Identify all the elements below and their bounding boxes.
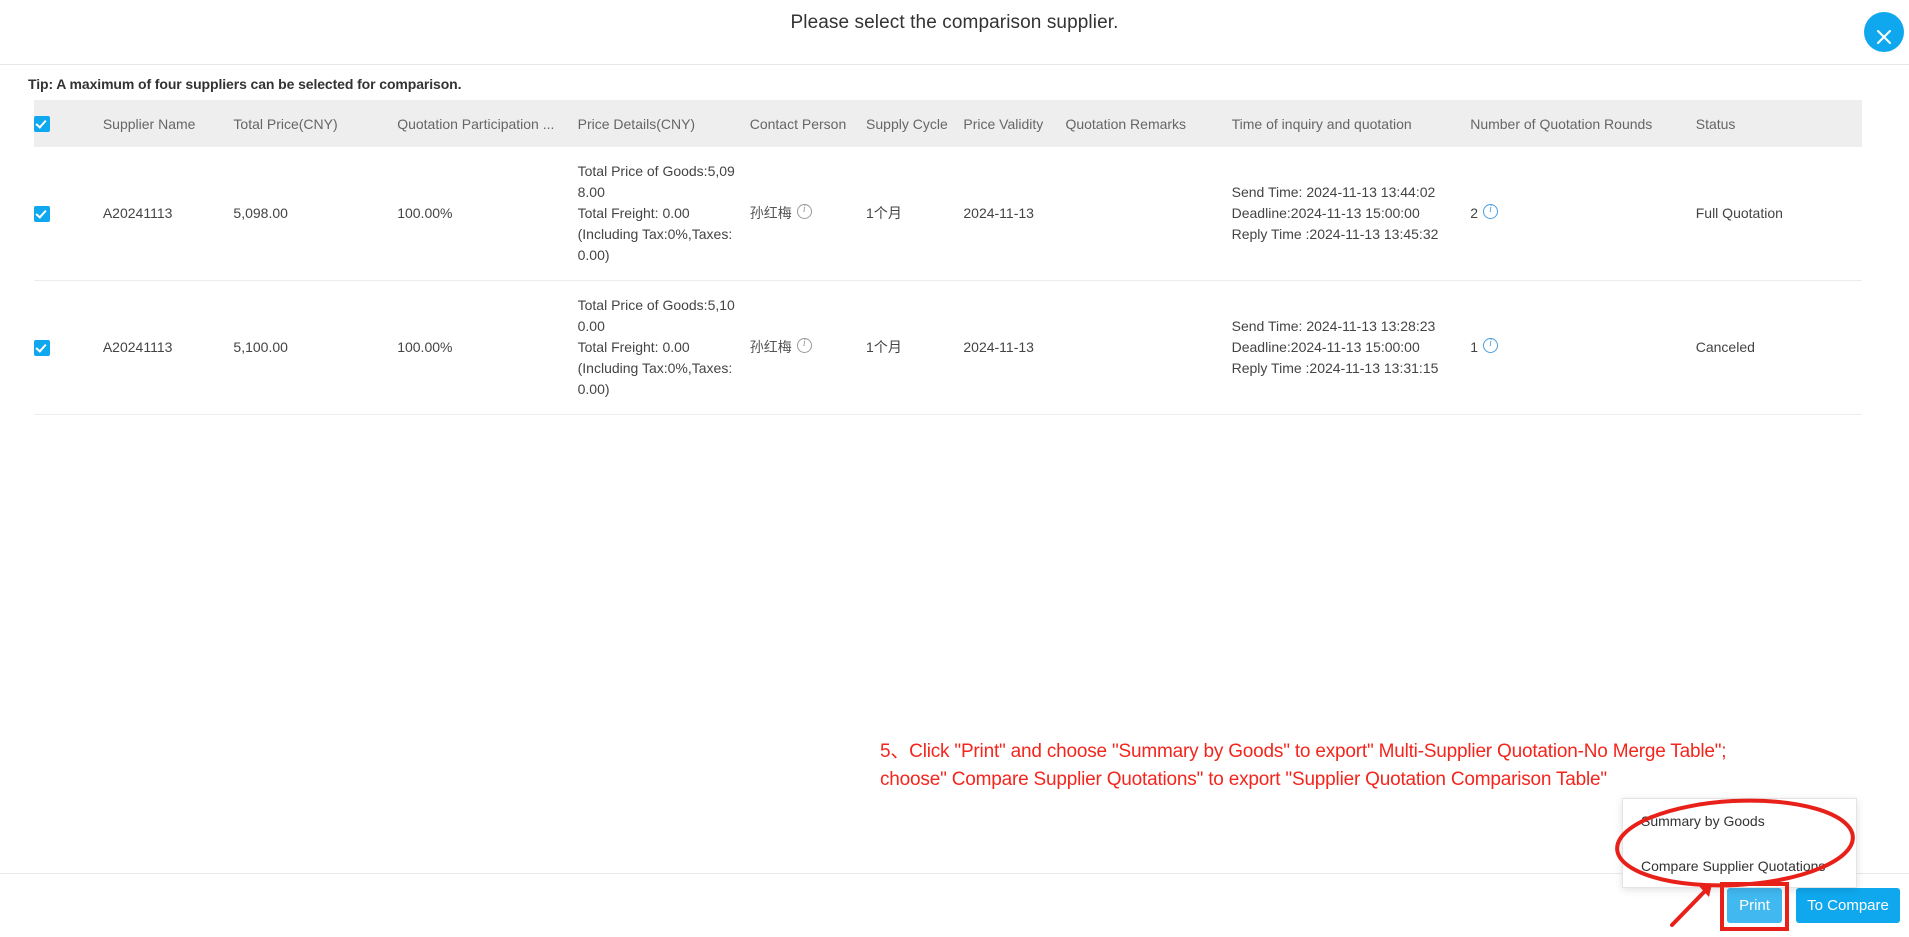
column-header-price-validity[interactable]: Price Validity	[963, 100, 1066, 147]
info-icon[interactable]	[1483, 336, 1498, 353]
to-compare-button[interactable]: To Compare	[1796, 888, 1900, 923]
cell-price-details: Total Price of Goods:5,10 0.00 Total Fre…	[577, 280, 750, 415]
tip-text: Tip: A maximum of four suppliers can be …	[28, 76, 462, 92]
cell-contact-person: 孙红梅	[749, 280, 867, 415]
price-detail-line: 0.00)	[577, 381, 610, 397]
price-detail-line: Total Freight: 0.00	[577, 339, 690, 355]
row-checkbox-cell	[34, 280, 103, 415]
cell-participation: 100.00%	[397, 280, 578, 415]
print-button[interactable]: Print	[1727, 888, 1782, 923]
dialog-title: Please select the comparison supplier.	[790, 12, 1119, 33]
column-header-supplier-name[interactable]: Supplier Name	[102, 100, 234, 147]
supplier-comparison-table: Supplier Name Total Price(CNY) Quotation…	[34, 100, 1862, 415]
cell-status: Canceled	[1695, 280, 1862, 415]
table-body: A20241113 5,098.00 100.00% Total Price o…	[34, 147, 1862, 415]
cell-total-price: 5,100.00	[233, 280, 398, 415]
price-detail-line: 0.00	[577, 318, 605, 334]
row-select-checkbox[interactable]	[34, 206, 50, 223]
info-icon[interactable]	[796, 336, 812, 353]
table-header: Supplier Name Total Price(CNY) Quotation…	[34, 100, 1862, 147]
dropdown-item-summary-by-goods[interactable]: Summary by Goods	[1623, 799, 1856, 844]
row-select-checkbox[interactable]	[34, 340, 50, 357]
rounds-value: 1	[1470, 339, 1478, 355]
table-row[interactable]: A20241113 5,098.00 100.00% Total Price o…	[34, 147, 1862, 281]
table-row[interactable]: A20241113 5,100.00 100.00% Total Price o…	[34, 280, 1862, 415]
cell-status: Full Quotation	[1695, 147, 1862, 281]
cell-total-price: 5,098.00	[233, 147, 398, 281]
time-line-reply: Reply Time :2024-11-13 13:31:15	[1231, 360, 1439, 376]
cell-price-validity: 2024-11-13	[963, 280, 1066, 415]
annotation-line-1: 5、Click "Print" and choose "Summary by G…	[880, 741, 1727, 762]
cell-supplier-name: A20241113	[102, 280, 234, 415]
row-checkbox-cell	[34, 147, 103, 281]
annotation-text: 5、Click "Print" and choose "Summary by G…	[880, 738, 1900, 794]
close-icon[interactable]	[1864, 12, 1904, 52]
cell-number-of-rounds: 2	[1470, 147, 1696, 281]
table-header-row: Supplier Name Total Price(CNY) Quotation…	[34, 100, 1862, 147]
time-line-send: Send Time: 2024-11-13 13:28:23	[1231, 318, 1436, 334]
dropdown-item-compare-supplier-quotations[interactable]: Compare Supplier Quotations	[1623, 844, 1856, 889]
cell-supply-cycle: 1个月	[866, 280, 964, 415]
contact-person-name: 孙红梅	[749, 339, 792, 355]
cell-supply-cycle: 1个月	[866, 147, 964, 281]
cell-price-details: Total Price of Goods:5,09 8.00 Total Fre…	[577, 147, 750, 281]
column-header-price-details[interactable]: Price Details(CNY)	[577, 100, 750, 147]
time-line-reply: Reply Time :2024-11-13 13:45:32	[1231, 226, 1439, 242]
column-header-number-of-rounds[interactable]: Number of Quotation Rounds	[1470, 100, 1696, 147]
price-detail-line: 0.00)	[577, 247, 610, 263]
cell-supplier-name: A20241113	[102, 147, 234, 281]
time-line-deadline: Deadline:2024-11-13 15:00:00	[1231, 339, 1420, 355]
column-header-quotation-participation[interactable]: Quotation Participation ...	[397, 100, 578, 147]
column-header-contact-person[interactable]: Contact Person	[749, 100, 867, 147]
cell-quotation-remarks	[1065, 280, 1232, 415]
dialog-header: Please select the comparison supplier.	[0, 0, 1909, 65]
column-header-supply-cycle[interactable]: Supply Cycle	[866, 100, 964, 147]
cell-number-of-rounds: 1	[1470, 280, 1696, 415]
rounds-value: 2	[1470, 205, 1478, 221]
supplier-table-container: Supplier Name Total Price(CNY) Quotation…	[34, 100, 1862, 415]
column-header-quotation-remarks[interactable]: Quotation Remarks	[1065, 100, 1232, 147]
column-header-time-of-inquiry[interactable]: Time of inquiry and quotation	[1231, 100, 1471, 147]
cell-contact-person: 孙红梅	[749, 147, 867, 281]
info-icon[interactable]	[1483, 202, 1498, 219]
time-line-deadline: Deadline:2024-11-13 15:00:00	[1231, 205, 1420, 221]
close-glyph	[1877, 30, 1891, 44]
column-header-status[interactable]: Status	[1695, 100, 1862, 147]
print-dropdown-menu: Summary by Goods Compare Supplier Quotat…	[1622, 798, 1857, 888]
select-all-checkbox[interactable]	[34, 116, 50, 133]
cell-participation: 100.00%	[397, 147, 578, 281]
cell-quotation-remarks	[1065, 147, 1232, 281]
price-detail-line: Total Price of Goods:5,09	[577, 163, 735, 179]
price-detail-line: (Including Tax:0%,Taxes:	[577, 226, 733, 242]
price-detail-line: 8.00	[577, 184, 605, 200]
cell-time-of-inquiry: Send Time: 2024-11-13 13:44:02 Deadline:…	[1231, 147, 1471, 281]
info-icon[interactable]	[796, 202, 812, 219]
price-detail-line: (Including Tax:0%,Taxes:	[577, 360, 733, 376]
cell-price-validity: 2024-11-13	[963, 147, 1066, 281]
column-header-total-price[interactable]: Total Price(CNY)	[233, 100, 398, 147]
time-line-send: Send Time: 2024-11-13 13:44:02	[1231, 184, 1436, 200]
select-all-checkbox-cell	[34, 100, 103, 147]
price-detail-line: Total Freight: 0.00	[577, 205, 690, 221]
annotation-line-2: choose" Compare Supplier Quotations" to …	[880, 769, 1607, 790]
cell-time-of-inquiry: Send Time: 2024-11-13 13:28:23 Deadline:…	[1231, 280, 1471, 415]
contact-person-name: 孙红梅	[749, 205, 792, 221]
price-detail-line: Total Price of Goods:5,10	[577, 297, 735, 313]
